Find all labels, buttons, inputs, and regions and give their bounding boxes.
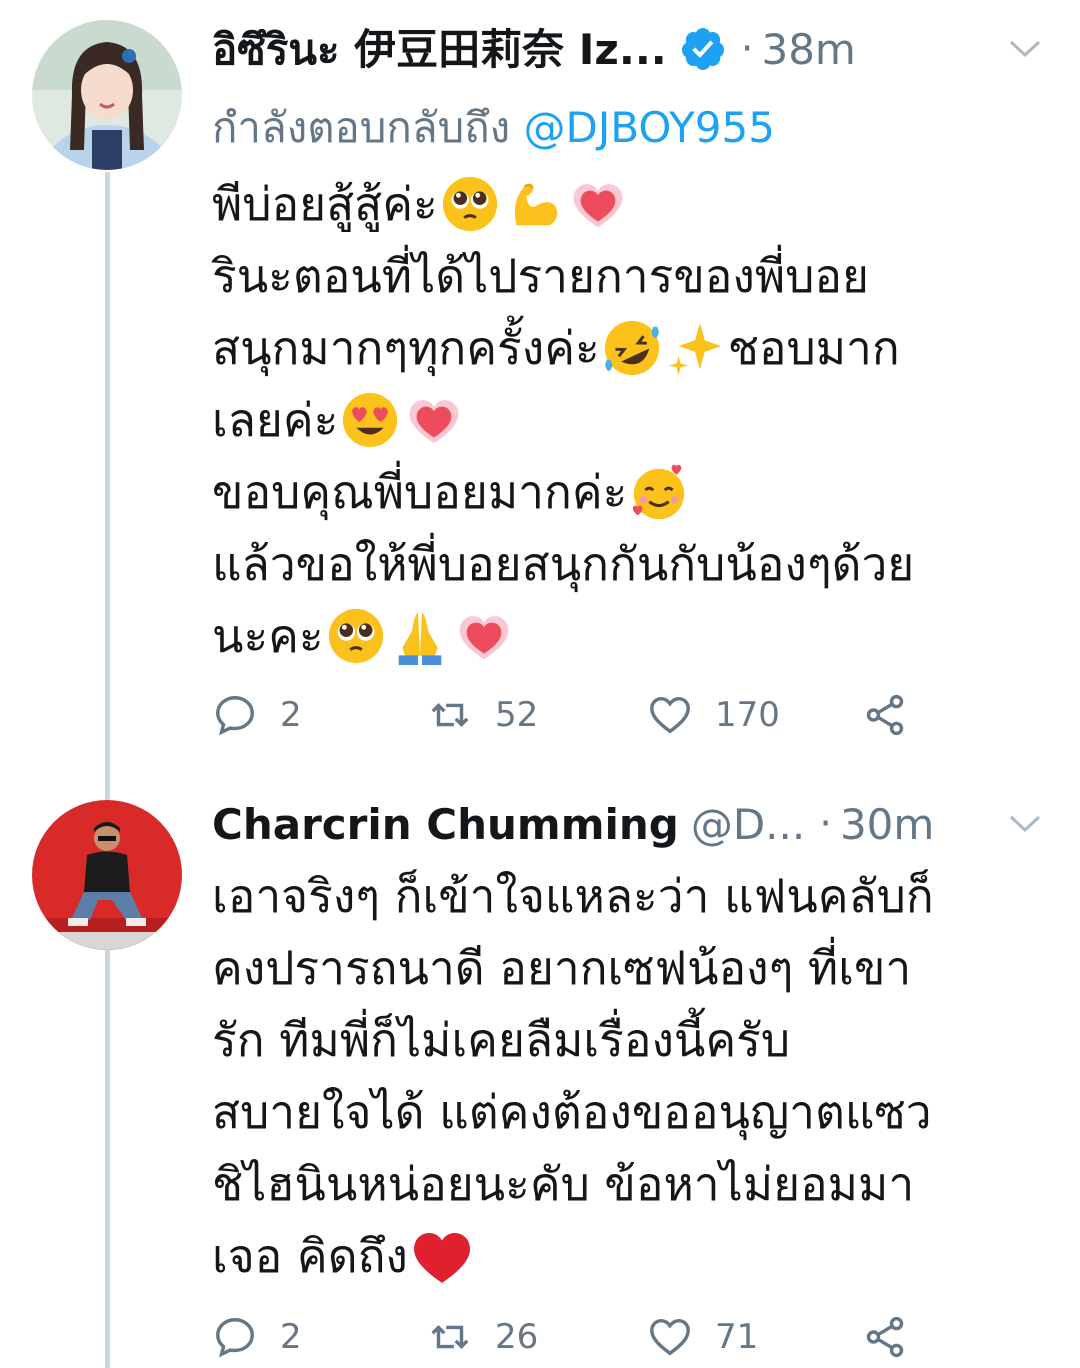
like-icon: [650, 1318, 690, 1356]
reply-count: 2: [280, 695, 302, 735]
reply-button[interactable]: 2: [212, 692, 302, 738]
like-button[interactable]: 71: [647, 1314, 758, 1360]
retweet-icon: [431, 702, 469, 728]
pleading-face-icon: [442, 176, 497, 232]
rofl-face-icon: [604, 320, 659, 376]
like-button[interactable]: 170: [647, 692, 780, 738]
heart-eyes-face-icon: [343, 392, 398, 448]
text-line: เอาจริงๆ ก็เข้าใจแหละว่า แฟนคลับก็: [212, 860, 1040, 932]
timestamp[interactable]: 30m: [840, 800, 934, 849]
display-name[interactable]: อิซึรินะ 伊豆田莉奈 Iz...: [212, 16, 667, 83]
text-line: แล้วขอให้พี่บอยสนุกกันกับน้องๆด้วย: [212, 528, 1040, 600]
mention-link[interactable]: @DJBOY955: [524, 103, 775, 152]
tweet-text: พีบ่อยสู้สู้ค่ะ รินะตอนที่ได้ไปรายการของ…: [212, 168, 1040, 672]
share-icon: [866, 694, 904, 736]
share-icon: [866, 1316, 904, 1358]
text-segment: รินะตอนที่ได้ไปรายการของพี่บอย: [212, 249, 869, 303]
chevron-down-icon[interactable]: [1008, 38, 1042, 60]
text-line: รินะตอนที่ได้ไปรายการของพี่บอย: [212, 240, 1040, 312]
tweet-header: Charcrin Chumming @D... · 30m: [212, 789, 1050, 859]
display-name[interactable]: Charcrin Chumming: [212, 800, 679, 849]
share-button[interactable]: [862, 692, 908, 738]
reply-prefix: กำลังตอบกลับถึง: [212, 103, 511, 152]
retweet-count: 52: [495, 695, 539, 735]
replying-to: กำลังตอบกลับถึง @DJBOY955: [212, 95, 775, 161]
text-segment: พีบ่อยสู้สู้ค่ะ: [212, 177, 438, 231]
text-line: นะคะ: [212, 600, 1040, 672]
text-line: ชิไฮนินหน่อยนะคับ ข้อหาไม่ยอมมา: [212, 1148, 1040, 1220]
separator-dot: ·: [740, 26, 754, 72]
text-segment: ชิไฮนินหน่อยนะคับ ข้อหาไม่ยอมมา: [212, 1157, 915, 1211]
text-line: พีบ่อยสู้สู้ค่ะ: [212, 168, 1040, 240]
text-line: คงปรารถนาดี อยากเซฟน้องๆ ที่เขา: [212, 932, 1040, 1004]
text-line: เจอ คิดถึง: [212, 1220, 1040, 1292]
text-line: สนุกมากๆทุกครั้งค่ะ ชอบมาก: [212, 312, 1040, 384]
text-line: รัก ทีมพี่ก็ไม่เคยลืมเรื่องนี้ครับ: [212, 1004, 1040, 1076]
text-segment: เลยค่ะ: [212, 393, 339, 447]
retweet-icon: [431, 1324, 469, 1350]
pleading-face-icon: [328, 608, 383, 664]
text-segment: นะคะ: [212, 609, 324, 663]
separator-dot: ·: [819, 801, 832, 847]
flexed-biceps-icon: [514, 183, 557, 226]
red-heart-icon: [413, 1232, 470, 1283]
text-segment: รัก ทีมพี่ก็ไม่เคยลืมเรื่องนี้ครับ: [212, 1013, 791, 1067]
user-handle[interactable]: @D...: [691, 800, 805, 849]
retweet-button[interactable]: 52: [427, 692, 538, 738]
like-count: 170: [715, 695, 780, 735]
tweet[interactable]: อิซึรินะ 伊豆田莉奈 Iz... · 38m กำลังตอบกลับถ…: [0, 0, 1080, 775]
tweet-actions: 2 26 71: [212, 1307, 972, 1367]
smiling-face-with-hearts-icon: [633, 464, 685, 520]
text-segment: สบายใจได้ แต่คงต้องขออนุญาตแซว: [212, 1085, 932, 1139]
growing-heart-icon: [573, 184, 623, 228]
folded-hands-icon: [398, 612, 441, 666]
avatar[interactable]: [32, 20, 182, 170]
text-line: เลยค่ะ: [212, 384, 1040, 456]
reply-icon: [216, 1318, 254, 1358]
text-line: ขอบคุณพี่บอยมากค่ะ: [212, 456, 1040, 528]
chevron-down-icon[interactable]: [1008, 813, 1042, 835]
timestamp[interactable]: 38m: [761, 25, 855, 74]
tweet-header: อิซึรินะ 伊豆田莉奈 Iz... · 38m: [212, 14, 1050, 84]
reply-icon: [216, 696, 254, 736]
share-button[interactable]: [862, 1314, 908, 1360]
text-segment: สนุกมากๆทุกครั้งค่ะ: [212, 321, 600, 375]
like-icon: [650, 696, 690, 734]
text-line: สบายใจได้ แต่คงต้องขออนุญาตแซว: [212, 1076, 1040, 1148]
sparkles-icon: [668, 322, 721, 376]
avatar[interactable]: [32, 800, 182, 950]
text-segment: เจอ คิดถึง: [212, 1229, 408, 1283]
retweet-count: 26: [495, 1317, 539, 1357]
text-segment: แล้วขอให้พี่บอยสนุกกันกับน้องๆด้วย: [212, 537, 915, 591]
tweet[interactable]: Charcrin Chumming @D... · 30m เอาจริงๆ ก…: [0, 775, 1080, 1368]
retweet-button[interactable]: 26: [427, 1314, 538, 1360]
verified-badge-icon: [681, 28, 724, 70]
text-segment: ขอบคุณพี่บอยมากค่ะ: [212, 465, 628, 519]
like-count: 71: [715, 1317, 759, 1357]
text-segment: เอาจริงๆ ก็เข้าใจแหละว่า แฟนคลับก็: [212, 869, 934, 923]
text-segment: คงปรารถนาดี อยากเซฟน้องๆ ที่เขา: [212, 941, 912, 995]
reply-count: 2: [280, 1317, 302, 1357]
tweet-text: เอาจริงๆ ก็เข้าใจแหละว่า แฟนคลับก็ คงปรา…: [212, 860, 1040, 1292]
text-segment: ชอบมาก: [727, 321, 900, 375]
reply-button[interactable]: 2: [212, 1314, 302, 1360]
growing-heart-icon: [409, 400, 459, 444]
growing-heart-icon: [459, 616, 509, 660]
tweet-actions: 2 52 170: [212, 685, 972, 745]
